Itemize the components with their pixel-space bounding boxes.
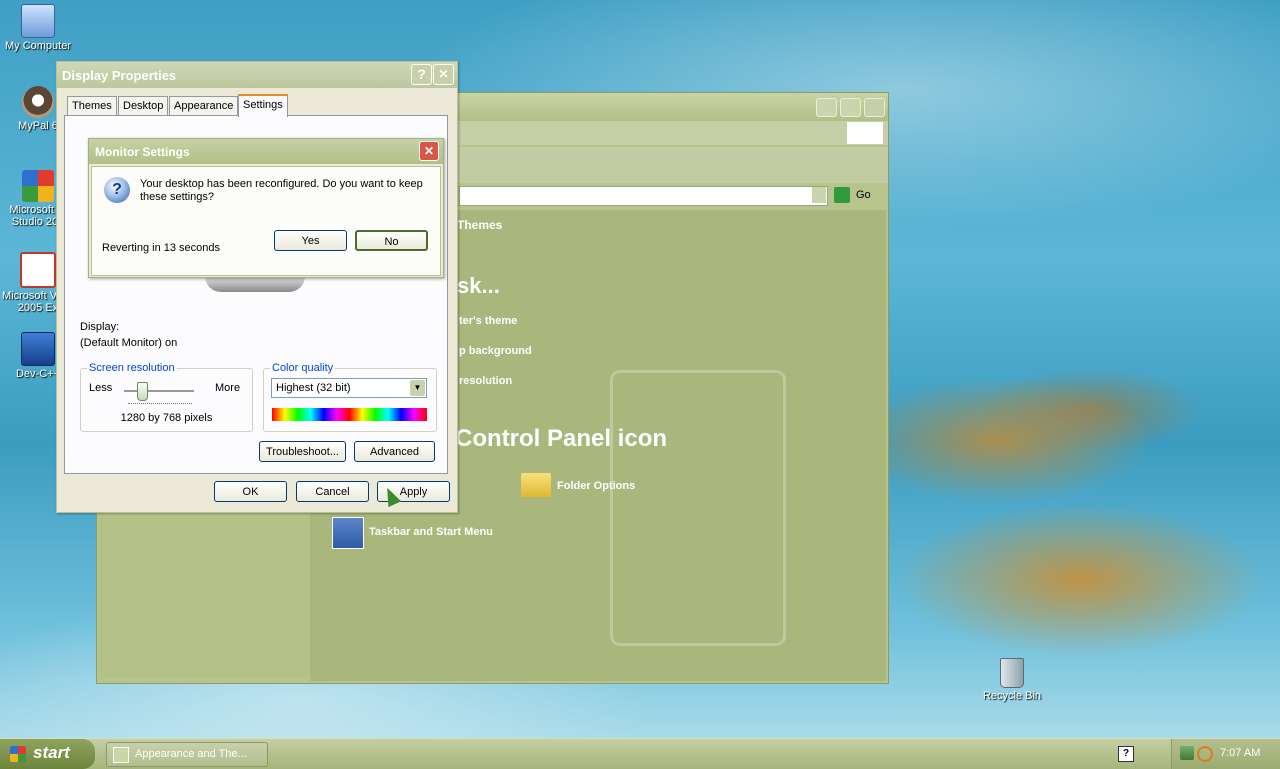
troubleshoot-button[interactable]: Troubleshoot... bbox=[259, 441, 346, 462]
screen-resolution-legend: Screen resolution bbox=[87, 362, 177, 374]
chevron-down-icon[interactable]: ▼ bbox=[410, 380, 425, 396]
go-button[interactable]: Go bbox=[856, 189, 871, 201]
maximize-button[interactable] bbox=[840, 98, 861, 117]
color-quality-selected: Highest (32 bit) bbox=[276, 382, 351, 394]
go-arrow-icon[interactable] bbox=[834, 187, 850, 203]
windows-logo-icon bbox=[847, 122, 883, 144]
desktop-icon-label: MyPal 6 bbox=[18, 120, 58, 132]
cancel-button[interactable]: Cancel bbox=[296, 481, 369, 502]
close-button[interactable]: ✕ bbox=[433, 64, 454, 85]
no-button[interactable]: No bbox=[355, 230, 428, 251]
tab-settings[interactable]: Settings bbox=[238, 94, 288, 117]
slider-less-label: Less bbox=[89, 382, 113, 394]
dialog-title: Display Properties bbox=[62, 68, 177, 83]
control-panel-icon bbox=[113, 747, 129, 763]
screen-resolution-group: Screen resolution Less More 1280 by 768 … bbox=[80, 362, 253, 432]
address-input[interactable] bbox=[459, 186, 828, 206]
mypal-icon bbox=[22, 86, 54, 118]
display-value: (Default Monitor) on bbox=[80, 337, 178, 349]
monitor-settings-titlebar[interactable]: Monitor Settings ✕ bbox=[89, 139, 443, 164]
task-link[interactable]: ter's theme bbox=[459, 315, 517, 327]
taskbar: start Appearance and The... ? 7:07 AM bbox=[0, 738, 1280, 769]
pick-task-heading: sk... bbox=[457, 273, 500, 298]
color-quality-legend: Color quality bbox=[270, 362, 336, 374]
desktop-icon-label: Dev-C++ bbox=[15, 368, 61, 380]
resolution-slider-thumb[interactable] bbox=[136, 382, 148, 401]
minimize-button[interactable] bbox=[816, 98, 837, 117]
monitor-stand-icon bbox=[205, 276, 305, 292]
my-computer-icon bbox=[21, 4, 55, 38]
resolution-slider-track[interactable] bbox=[124, 390, 194, 393]
display-properties-titlebar[interactable]: Display Properties ? ✕ bbox=[57, 62, 457, 88]
windows-flag-icon bbox=[10, 746, 26, 762]
dialog-title: Monitor Settings bbox=[95, 145, 190, 159]
task-label: Appearance and The... bbox=[135, 748, 247, 760]
help-icon[interactable]: ? bbox=[1118, 746, 1134, 762]
recycle-bin-icon bbox=[1000, 658, 1024, 688]
revert-countdown: Reverting in 13 seconds bbox=[102, 242, 221, 254]
watermark-checkmark-icon bbox=[610, 370, 786, 646]
tab-appearance[interactable]: Appearance bbox=[169, 96, 239, 115]
system-tray: 7:07 AM bbox=[1171, 739, 1280, 769]
pick-icon-heading: Control Panel icon bbox=[455, 425, 668, 452]
start-label: start bbox=[33, 743, 70, 762]
chevron-down-icon[interactable] bbox=[812, 187, 826, 203]
category-header: Themes bbox=[457, 218, 503, 232]
desktop-icon-recycle-bin[interactable]: Recycle Bin bbox=[974, 658, 1050, 702]
advanced-button[interactable]: Advanced bbox=[354, 441, 435, 462]
search-icon[interactable] bbox=[1197, 746, 1213, 762]
resolution-value: 1280 by 768 pixels bbox=[120, 412, 213, 424]
yes-button[interactable]: Yes bbox=[274, 230, 347, 251]
desktop-icon-my-computer[interactable]: My Computer bbox=[0, 4, 76, 52]
visual-studio-icon bbox=[22, 170, 54, 202]
desktop-icon-label: Recycle Bin bbox=[982, 690, 1042, 702]
task-link[interactable]: p background bbox=[459, 345, 532, 357]
tab-desktop[interactable]: Desktop bbox=[118, 96, 169, 115]
color-quality-select[interactable]: Highest (32 bit) ▼ bbox=[271, 378, 427, 398]
question-icon: ? bbox=[104, 177, 130, 203]
close-button[interactable] bbox=[864, 98, 885, 117]
dev-cpp-icon bbox=[21, 332, 55, 366]
vj-sharp-icon bbox=[20, 252, 56, 288]
taskbar-start-menu-icon bbox=[332, 517, 364, 549]
display-properties-dialog[interactable]: Display Properties ? ✕ Themes Desktop Ap… bbox=[56, 61, 458, 513]
slider-more-label: More bbox=[215, 382, 241, 394]
slider-ticks bbox=[128, 403, 192, 407]
desktop: My Computer MyPal 6 Microsoft Vi Studio … bbox=[0, 0, 1280, 738]
ok-button[interactable]: OK bbox=[214, 481, 287, 502]
monitor-settings-body: ? Your desktop has been reconfigured. Do… bbox=[91, 166, 441, 276]
color-spectrum-bar bbox=[272, 408, 427, 421]
tab-themes[interactable]: Themes bbox=[67, 96, 117, 115]
help-button[interactable]: ? bbox=[411, 64, 432, 85]
color-quality-group: Color quality Highest (32 bit) ▼ bbox=[263, 362, 437, 432]
task-link[interactable]: resolution bbox=[459, 375, 512, 387]
desktop-icon-label: My Computer bbox=[4, 40, 72, 52]
confirm-message: Your desktop has been reconfigured. Do y… bbox=[140, 178, 423, 203]
clock[interactable]: 7:07 AM bbox=[1220, 747, 1260, 759]
start-button[interactable]: start bbox=[0, 739, 95, 769]
monitor-settings-dialog[interactable]: Monitor Settings ✕ ? Your desktop has be… bbox=[88, 138, 444, 278]
close-icon[interactable]: ✕ bbox=[419, 141, 439, 161]
network-icon[interactable] bbox=[1180, 746, 1194, 760]
taskbar-start-menu-link[interactable]: Taskbar and Start Menu bbox=[369, 526, 493, 538]
folder-icon bbox=[521, 473, 551, 497]
taskbar-task-button[interactable]: Appearance and The... bbox=[106, 742, 268, 767]
folder-options-link[interactable]: Folder Options bbox=[557, 480, 635, 492]
display-label: Display: bbox=[80, 321, 120, 333]
